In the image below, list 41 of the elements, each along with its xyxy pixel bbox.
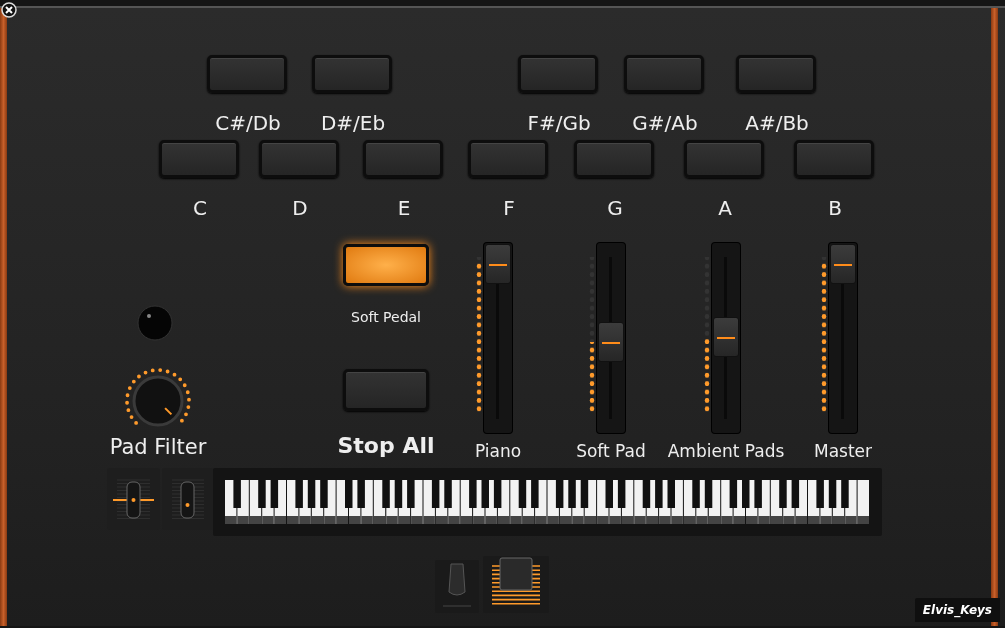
- chord-pad[interactable]: [159, 140, 239, 178]
- chord-pad[interactable]: [684, 140, 764, 178]
- toggle-button[interactable]: [343, 369, 429, 411]
- knob-label: Pad Filter: [109, 436, 207, 460]
- fader-label: Ambient Pads: [667, 442, 785, 461]
- key-label: A: [718, 197, 732, 219]
- fader-label: Master: [813, 442, 873, 461]
- toggle-button[interactable]: [343, 244, 429, 286]
- fader-thumb[interactable]: [485, 244, 511, 284]
- key-label: B: [828, 197, 842, 219]
- chord-pad[interactable]: [794, 140, 874, 178]
- key-label: A#/Bb: [745, 112, 809, 134]
- key-label: D: [292, 197, 308, 219]
- key-label: F: [503, 197, 515, 219]
- key-label: G: [607, 197, 623, 219]
- chord-pad[interactable]: [574, 140, 654, 178]
- button-label: Stop All: [337, 434, 435, 459]
- fader-thumb[interactable]: [598, 322, 624, 363]
- fader-label: Soft Pad: [576, 442, 646, 461]
- chord-pad[interactable]: [468, 140, 548, 178]
- key-label: E: [397, 197, 411, 219]
- button-label: Soft Pedal: [351, 310, 421, 326]
- chord-pad[interactable]: [207, 55, 287, 93]
- close-icon[interactable]: [1, 2, 17, 18]
- key-label: F#/Gb: [527, 112, 591, 134]
- chord-pad[interactable]: [518, 55, 598, 93]
- fader-thumb[interactable]: [830, 244, 856, 284]
- chord-pad[interactable]: [624, 55, 704, 93]
- knob-icon[interactable]: [137, 305, 173, 341]
- chord-pad[interactable]: [736, 55, 816, 93]
- key-label: G#/Ab: [632, 112, 698, 134]
- fader-label: Piano: [474, 442, 522, 461]
- piano-keyboard-drawing[interactable]: [213, 468, 882, 536]
- fader-thumb[interactable]: [713, 316, 739, 357]
- key-label: D#/Eb: [320, 112, 386, 134]
- key-label: C#/Db: [215, 112, 281, 134]
- key-label: C: [193, 197, 207, 219]
- chord-pad[interactable]: [363, 140, 443, 178]
- chord-pad[interactable]: [259, 140, 339, 178]
- chord-pad[interactable]: [312, 55, 392, 93]
- instrument-name: Elvis_Keys: [914, 598, 1000, 622]
